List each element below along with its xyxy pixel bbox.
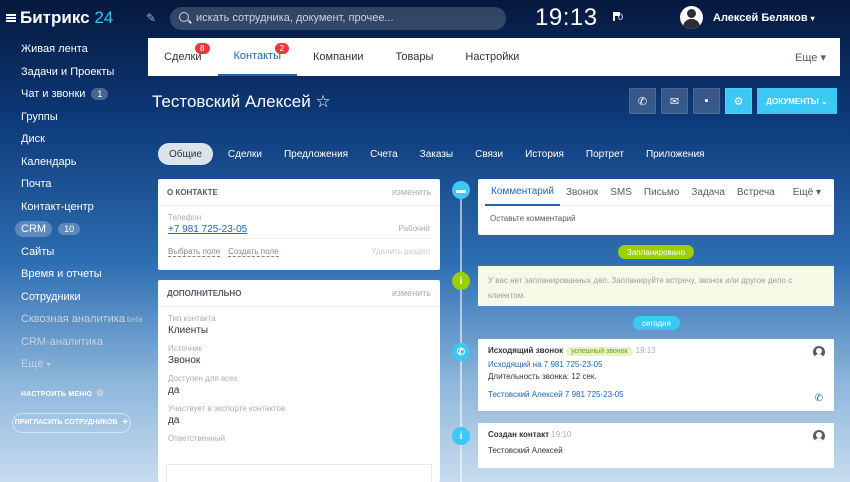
email-button[interactable]: ✉ bbox=[661, 88, 688, 114]
today-label: сегодня bbox=[633, 316, 680, 330]
star-icon[interactable]: ☆ bbox=[315, 92, 330, 111]
tab-general[interactable]: Общие bbox=[158, 143, 213, 165]
tab-settings[interactable]: Настройки bbox=[449, 38, 535, 76]
tab-orders[interactable]: Заказы bbox=[409, 143, 464, 165]
sidebar-item-groups[interactable]: Группы bbox=[0, 106, 148, 129]
mail-icon: ✉ bbox=[669, 95, 680, 108]
tab-deals[interactable]: Сделки 8 bbox=[148, 38, 218, 76]
counter-badge: 10 bbox=[58, 223, 81, 236]
tab-companies[interactable]: Компании bbox=[297, 38, 380, 76]
select-field-link[interactable]: Выбрать поле bbox=[168, 247, 221, 257]
sidebar-item-contact-center[interactable]: Контакт-центр bbox=[0, 196, 148, 219]
flag-icon bbox=[613, 12, 620, 21]
user-menu[interactable]: Алексей Беляков ▾ bbox=[713, 12, 815, 24]
about-contact-card: О КОНТАКТЕ изменить Телефон +7 981 725-23… bbox=[158, 179, 440, 270]
tab-more[interactable]: Еще ▾ bbox=[779, 38, 840, 76]
phone-icon: ✆ bbox=[637, 95, 648, 108]
call-event: Исходящий звонок успешный звонок 19:13 Исх… bbox=[478, 339, 834, 411]
setup-menu-link[interactable]: НАСТРОИТЬ МЕНЮ ⚙ bbox=[0, 388, 148, 399]
comment-input[interactable]: Оставьте комментарий bbox=[478, 206, 834, 231]
sidebar-item-tasks[interactable]: Задачи и Проекты bbox=[0, 61, 148, 84]
responsible-box[interactable] bbox=[166, 464, 432, 482]
menu-icon[interactable] bbox=[6, 14, 16, 22]
planned-label: Запланировано bbox=[618, 245, 694, 259]
tab-history[interactable]: История bbox=[514, 143, 575, 165]
sidebar-item-time[interactable]: Время и отчеты bbox=[0, 263, 148, 286]
sidebar-item-disk[interactable]: Диск bbox=[0, 128, 148, 151]
tab-quotes[interactable]: Предложения bbox=[273, 143, 359, 165]
gear-icon: ⚙ bbox=[733, 95, 744, 108]
timeline-composer: Комментарий Звонок SMS Письмо Задача Вст… bbox=[478, 179, 834, 235]
avatar[interactable] bbox=[813, 430, 825, 442]
comment-icon: ▬ bbox=[452, 181, 470, 199]
left-menu: Живая лента Задачи и Проекты Чат и звонк… bbox=[0, 36, 148, 433]
chevron-down-icon: ⌄ bbox=[821, 96, 828, 106]
sidebar-item-calendar[interactable]: Календарь bbox=[0, 151, 148, 174]
phone-link[interactable]: +7 981 725-23-05 bbox=[168, 224, 247, 235]
sidebar-item-employees[interactable]: Сотрудники bbox=[0, 286, 148, 309]
planned-note: У вас нет запланированных дел. Запланиру… bbox=[478, 266, 834, 306]
tab-applications[interactable]: Приложения bbox=[635, 143, 716, 165]
user-avatar[interactable] bbox=[680, 6, 703, 29]
edit-link[interactable]: изменить bbox=[392, 288, 431, 298]
composer-tab-call[interactable]: Звонок bbox=[560, 179, 604, 206]
sidebar-item-mail[interactable]: Почта bbox=[0, 173, 148, 196]
gear-icon: ⚙ bbox=[95, 387, 105, 398]
sidebar-item-feed[interactable]: Живая лента bbox=[0, 38, 148, 61]
composer-tab-sms[interactable]: SMS bbox=[604, 179, 638, 206]
tab-links[interactable]: Связи bbox=[464, 143, 514, 165]
info-icon: i bbox=[452, 272, 470, 290]
sidebar-item-more[interactable]: Ещё ▾ bbox=[0, 353, 148, 376]
composer-tab-more[interactable]: Ещё ▾ bbox=[787, 179, 827, 206]
avatar[interactable] bbox=[813, 346, 825, 358]
counter-badge: 8 bbox=[195, 43, 210, 54]
contact-link[interactable]: Тестовский Алексей 7 981 725-23-05 bbox=[488, 390, 624, 399]
call-link[interactable]: Исходящий на 7 981 725-23-05 bbox=[488, 360, 602, 369]
status-badge: успешный звонок bbox=[566, 347, 633, 356]
clock[interactable]: 19:13 bbox=[535, 4, 598, 32]
invite-button[interactable]: ПРИГЛАСИТЬ СОТРУДНИКОВ + bbox=[12, 412, 131, 433]
contact-created-event: Создан контакт 19:10 Тестовский Алексей bbox=[478, 423, 834, 468]
composer-tab-meeting[interactable]: Встреча bbox=[731, 179, 781, 206]
search-icon bbox=[179, 12, 189, 22]
settings-button[interactable]: ⚙ bbox=[725, 88, 752, 114]
tab-contacts[interactable]: Контакты 2 bbox=[217, 38, 298, 76]
top-bar: Битрикс 24 ✎ искать сотрудника, документ… bbox=[0, 0, 850, 36]
sidebar-item-sites[interactable]: Сайты bbox=[0, 241, 148, 264]
sidebar-item-crm[interactable]: CRM 10 bbox=[0, 218, 148, 241]
call-button[interactable]: ✆ bbox=[629, 88, 656, 114]
chat-button[interactable]: ▪ bbox=[693, 88, 720, 114]
sidebar-item-analytics[interactable]: Сквозная аналитика beta bbox=[0, 308, 148, 331]
plus-icon: + bbox=[122, 417, 129, 428]
create-field-link[interactable]: Создать поле bbox=[228, 247, 279, 257]
work-day-flag[interactable]: 0 bbox=[613, 12, 623, 22]
edit-link[interactable]: изменить bbox=[392, 187, 431, 197]
sidebar-item-crm-analytics[interactable]: CRM-аналитика bbox=[0, 331, 148, 354]
search-input[interactable]: искать сотрудника, документ, прочее... bbox=[170, 7, 506, 30]
tab-invoices[interactable]: Счета bbox=[359, 143, 409, 165]
documents-button[interactable]: ДОКУМЕНТЫ ⌄ bbox=[757, 88, 837, 114]
phone-icon: ✆ bbox=[452, 343, 470, 361]
info-icon: i bbox=[452, 427, 470, 445]
chat-icon: ▪ bbox=[704, 95, 709, 107]
section-tabs: Общие Сделки Предложения Счета Заказы Св… bbox=[158, 143, 842, 165]
counter-badge: 2 bbox=[274, 43, 290, 54]
additional-card: ДОПОЛНИТЕЛЬНО изменить Тип контакта Клиен… bbox=[158, 280, 440, 482]
page-title: Тестовский Алексей ☆ bbox=[152, 92, 331, 111]
tab-products[interactable]: Товары bbox=[380, 38, 450, 76]
sidebar-item-chat[interactable]: Чат и звонки 1 bbox=[0, 83, 148, 106]
composer-tab-comment[interactable]: Комментарий bbox=[485, 179, 560, 206]
tab-portrait[interactable]: Портрет bbox=[575, 143, 635, 165]
composer-tab-email[interactable]: Письмо bbox=[638, 179, 685, 206]
counter-badge: 1 bbox=[91, 88, 109, 101]
remove-section-link[interactable]: Удалить раздел bbox=[371, 247, 430, 256]
phone-icon[interactable]: ✆ bbox=[815, 393, 823, 404]
composer-tab-task[interactable]: Задача bbox=[685, 179, 731, 206]
crm-tabs: Сделки 8 Контакты 2 Компании Товары Настро… bbox=[148, 38, 840, 76]
logo[interactable]: Битрикс 24 bbox=[20, 8, 113, 28]
edit-pencil-icon[interactable]: ✎ bbox=[146, 11, 156, 25]
tab-deals-section[interactable]: Сделки bbox=[217, 143, 273, 165]
